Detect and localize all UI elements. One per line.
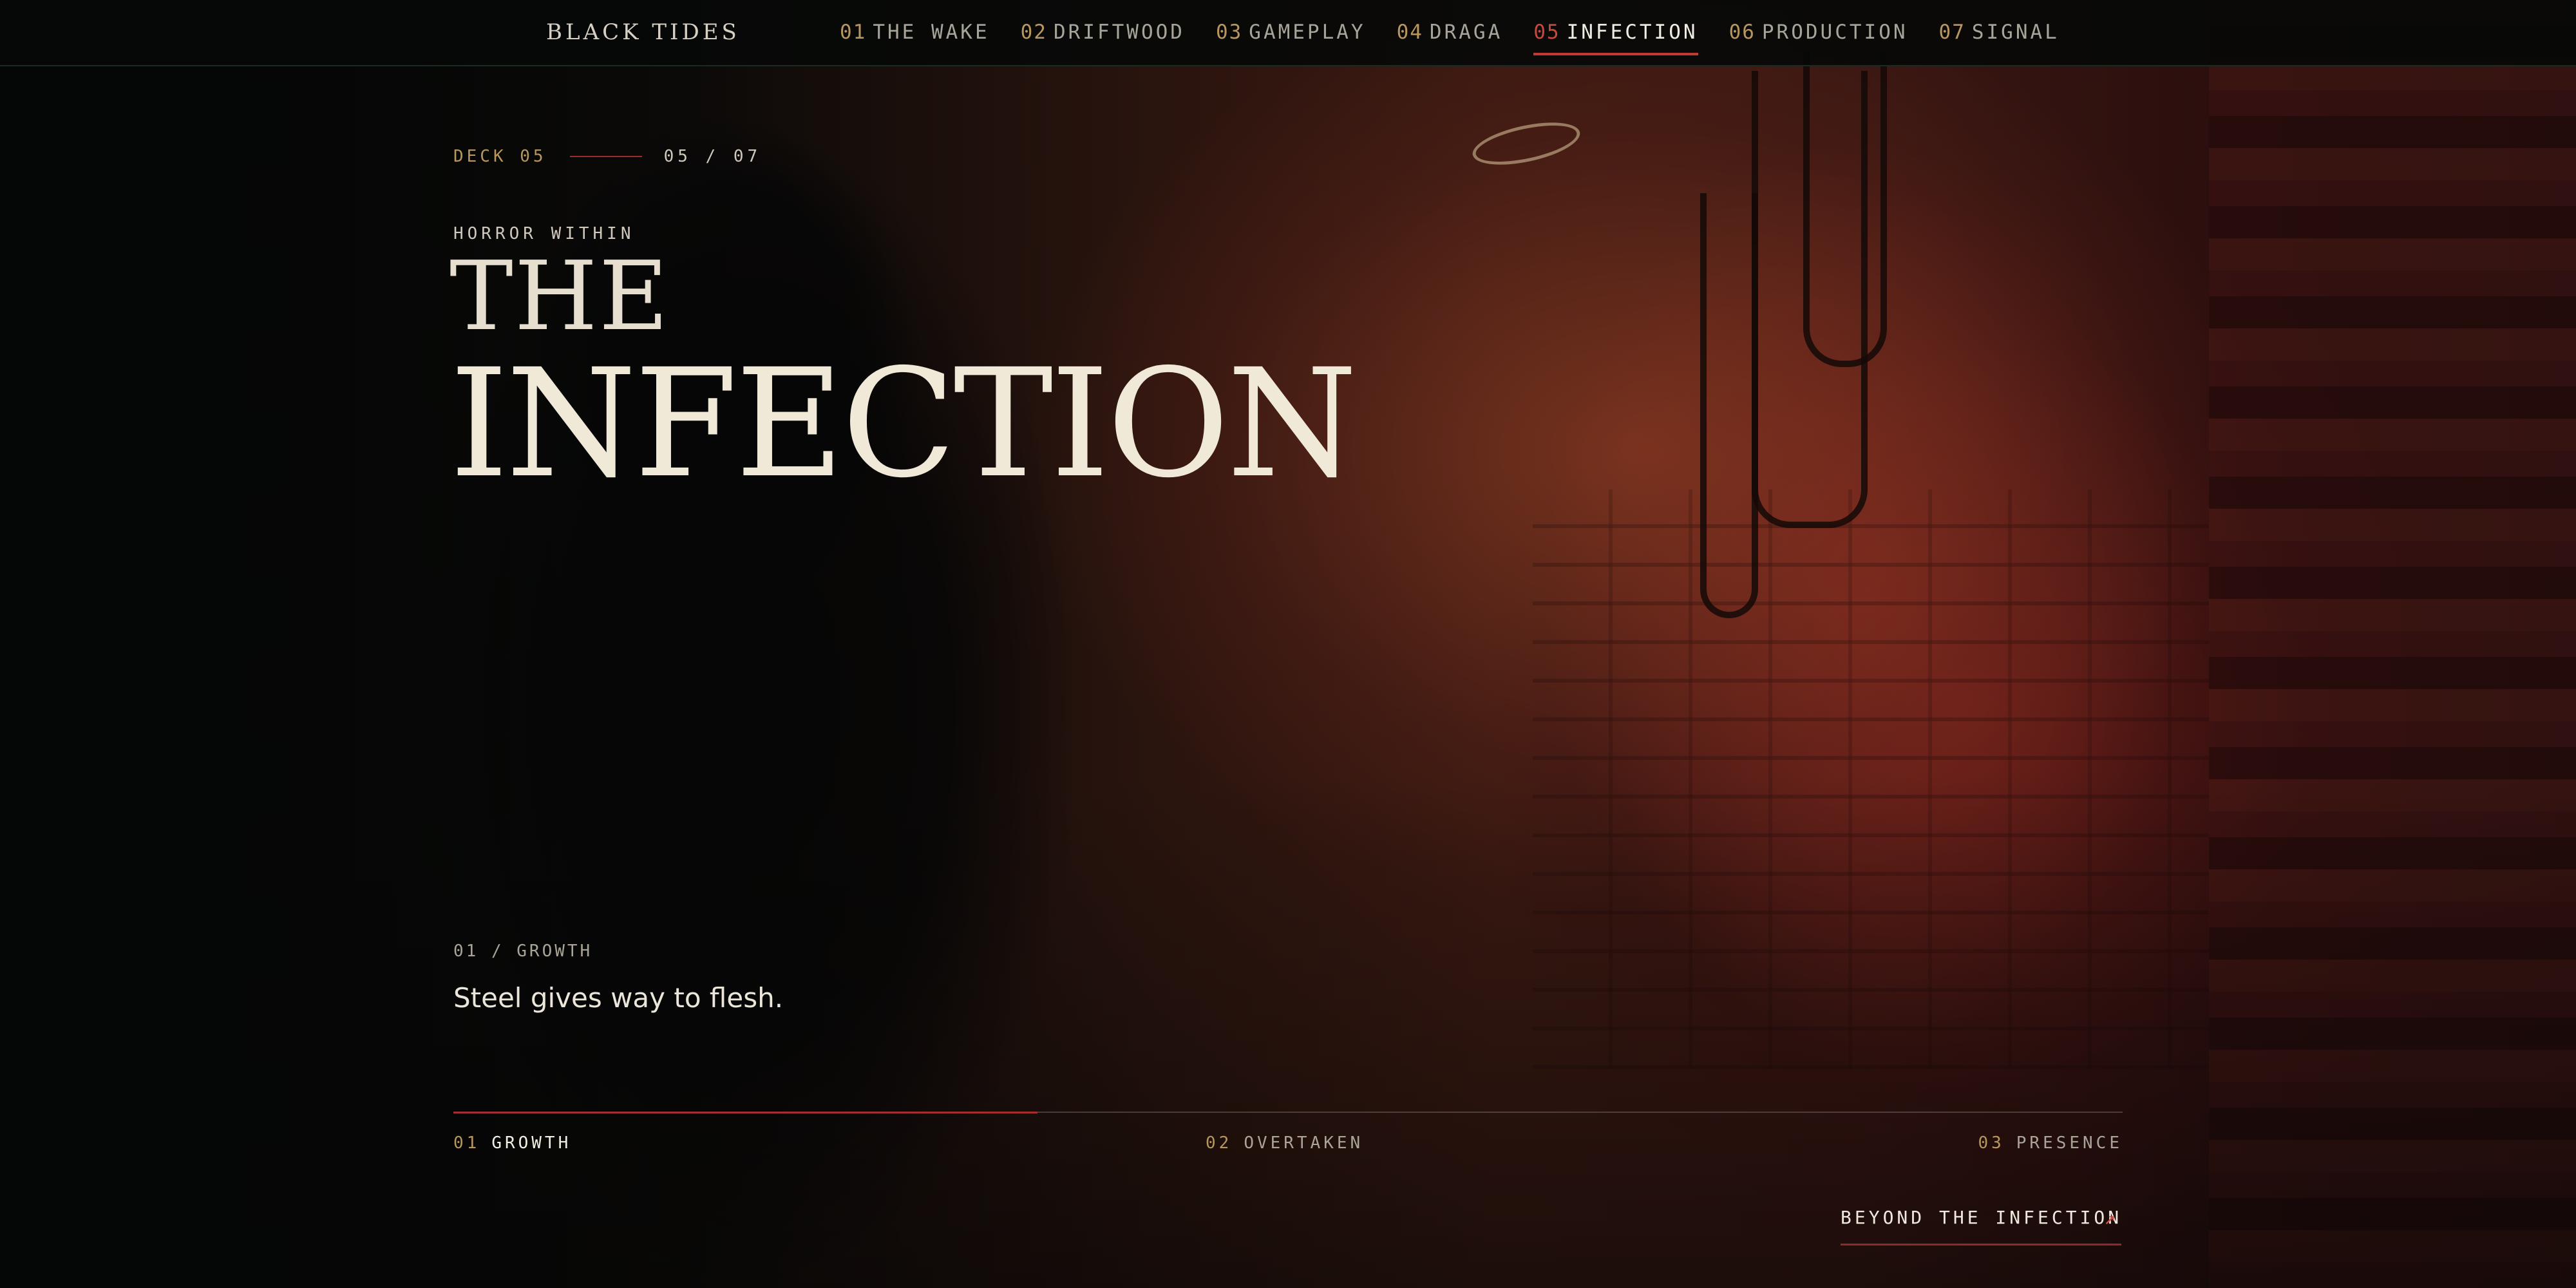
step-label: GROWTH [491, 1133, 572, 1153]
nav-item-label: SIGNAL [1971, 21, 2060, 44]
top-navigation: BLACK TIDES 01 THE WAKE 02 DRIFTWOOD 03 GAM… [0, 0, 2576, 66]
deck-label: DECK 05 [453, 147, 547, 166]
nav-item-infection[interactable]: 05 INFECTION [1533, 21, 1698, 55]
nav-item-label: PRODUCTION [1761, 21, 1908, 44]
step-progress-fill [453, 1112, 1038, 1113]
step-label: OVERTAKEN [1244, 1133, 1364, 1153]
current-step-label: 01 / GROWTH [453, 942, 593, 961]
step-navigation: 01 GROWTH 02 OVERTAKEN 03 PRESENCE [453, 1133, 2123, 1159]
step-tab-growth[interactable]: 01 GROWTH [453, 1133, 571, 1153]
nav-item-label: DRIFTWOOD [1053, 21, 1185, 44]
page-title-line-1: THE [450, 241, 670, 352]
deck-count: 05 / 07 [663, 147, 762, 166]
nav-item-number: 04 [1396, 21, 1423, 44]
nav-menu: 01 THE WAKE 02 DRIFTWOOD 03 GAMEPLAY 04 DRAG… [840, 21, 2060, 55]
nav-item-number: 03 [1215, 21, 1243, 44]
nav-item-signal[interactable]: 07 SIGNAL [1939, 21, 2060, 55]
step-number: 03 [1978, 1133, 2005, 1153]
nav-item-draga[interactable]: 04 DRAGA [1397, 21, 1503, 55]
step-label: PRESENCE [2016, 1133, 2123, 1153]
brand-logo[interactable]: BLACK TIDES [546, 19, 740, 45]
nav-item-production[interactable]: 06 PRODUCTION [1729, 21, 1908, 55]
nav-item-number: 05 [1533, 21, 1560, 44]
nav-item-number: 07 [1938, 21, 1965, 44]
hero-background-image [0, 0, 2576, 1288]
nav-item-gameplay[interactable]: 03 GAMEPLAY [1216, 21, 1366, 55]
nav-item-label: THE WAKE [873, 21, 990, 44]
nav-item-label: GAMEPLAY [1249, 21, 1366, 44]
deck-divider [569, 156, 642, 157]
beyond-the-infection-link[interactable]: BEYOND THE INFECTION ↗ [1841, 1207, 2121, 1245]
step-progress-bar [453, 1112, 2123, 1113]
nav-item-the-wake[interactable]: 01 THE WAKE [840, 21, 990, 55]
nav-item-label: INFECTION [1566, 21, 1698, 44]
nav-item-number: 06 [1728, 21, 1756, 44]
nav-item-number: 02 [1020, 21, 1047, 44]
step-number: 01 [453, 1133, 480, 1153]
step-tab-overtaken[interactable]: 02 OVERTAKEN [1206, 1133, 1363, 1153]
nav-item-number: 01 [840, 21, 867, 44]
nav-item-label: DRAGA [1429, 21, 1503, 44]
page-title-line-2: INFECTION [450, 337, 1358, 511]
current-step-text: Steel gives way to flesh. [453, 982, 784, 1014]
deck-indicator: DECK 05 05 / 07 [453, 147, 761, 166]
step-tab-presence[interactable]: 03 PRESENCE [1978, 1133, 2123, 1153]
arrow-up-right-icon: ↗ [2103, 1207, 2119, 1229]
nav-item-driftwood[interactable]: 02 DRIFTWOOD [1021, 21, 1185, 55]
step-number: 02 [1206, 1133, 1233, 1153]
cta-label: BEYOND THE INFECTION [1841, 1207, 2123, 1228]
